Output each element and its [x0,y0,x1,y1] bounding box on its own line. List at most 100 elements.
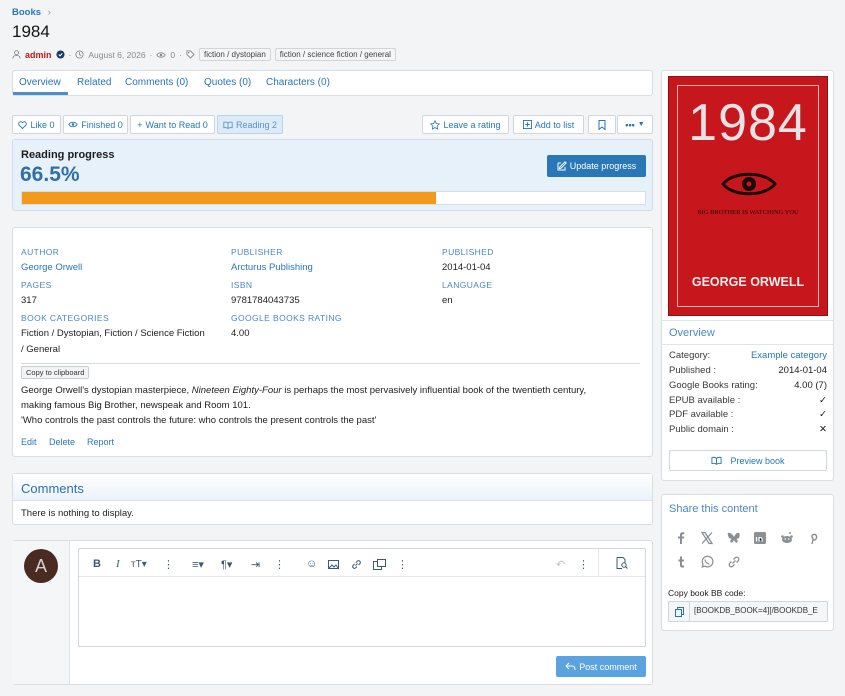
author-value-link[interactable]: George Orwell [21,262,82,273]
progress-value: 66.5% [20,163,80,186]
plus-square-icon [522,120,532,129]
image-icon[interactable] [328,557,339,571]
align-icon[interactable]: ≡▾ [192,557,204,571]
copy-to-clipboard-button[interactable]: Copy to clipboard [21,366,90,379]
bb-code-field[interactable]: [BOOKDB_BOOK=4][/BOOKDB_E [668,601,828,622]
reading-button[interactable]: Reading 2 [217,115,283,134]
bookmark-button[interactable] [588,115,616,134]
author-link[interactable]: admin [25,50,52,60]
overview-category-row: Category: Example category [669,350,827,361]
avatar: A [24,549,58,583]
publisher-value-link[interactable]: Arcturus Publishing [231,262,313,273]
copy-icon[interactable] [669,602,690,621]
tab-related[interactable]: Related [77,77,111,88]
bookmark-icon [598,119,606,130]
meta-row: admin · August 6, 2026 · 0 · fiction / d… [12,48,396,61]
progress-title: Reading progress [21,149,115,161]
more-vertical-icon[interactable]: ⋮ [163,557,174,571]
bold-icon[interactable]: B [93,557,101,571]
linkedin-icon[interactable] [753,531,767,545]
language-value: en [442,295,453,306]
undo-icon[interactable]: ↶ [556,557,565,571]
italic-icon[interactable]: I [116,557,120,571]
reply-icon [565,662,576,670]
media-icon[interactable] [373,557,386,571]
category-link[interactable]: Example category [751,350,827,361]
update-progress-button[interactable]: Update progress [547,155,646,177]
breadcrumb: Books › [12,7,51,18]
report-link[interactable]: Report [87,437,114,447]
tab-overview[interactable]: Overview [19,77,61,88]
more-options-button[interactable]: ••• ▼ [617,115,653,134]
edit-link[interactable]: Edit [21,437,37,447]
breadcrumb-books-link[interactable]: Books [12,7,41,18]
link-icon[interactable] [351,557,362,571]
post-comment-button[interactable]: Post comment [556,656,646,677]
progress-bar-fill [22,192,437,204]
bluesky-icon[interactable] [727,531,741,545]
verified-icon [55,50,65,59]
link-icon[interactable] [727,555,741,569]
x-icon[interactable] [700,531,714,545]
book-description: George Orwell's dystopian masterpiece, N… [21,385,587,426]
tag-chip[interactable]: fiction / dystopian [198,48,271,61]
author-label: AUTHOR [21,247,60,257]
tumblr-icon[interactable] [674,555,688,569]
divider [662,320,833,321]
active-tab-indicator [13,92,68,95]
delete-link[interactable]: Delete [49,437,75,447]
view-count: 0 [170,49,176,60]
text-size-icon[interactable]: тT▾ [131,557,147,571]
preview-toggle-icon[interactable] [598,549,645,577]
publisher-label: PUBLISHER [231,247,283,257]
bb-code-label: Copy book BB code: [668,588,746,598]
comments-header [13,474,652,501]
tab-quotes[interactable]: Quotes (0) [204,77,251,88]
tab-comments[interactable]: Comments (0) [125,77,188,88]
comments-panel: Comments There is nothing to display. [12,473,653,525]
pages-value: 317 [21,295,37,306]
comments-empty-text: There is nothing to display. [21,508,134,519]
pinterest-icon[interactable] [806,531,820,545]
whatsapp-icon[interactable] [700,555,714,569]
eye-icon [68,121,78,128]
book-open-icon [223,121,233,129]
reddit-icon[interactable] [780,531,794,545]
like-button[interactable]: Like 0 [12,115,61,134]
cross-icon: ✕ [819,424,827,435]
book-open-icon [711,456,723,465]
more-vertical-icon[interactable]: ⋮ [274,557,285,571]
finished-button[interactable]: Finished 0 [63,115,128,134]
paragraph-icon[interactable]: ¶▾ [221,557,232,571]
share-title: Share this content [669,503,758,515]
isbn-value: 9781784043735 [231,295,300,306]
book-cover[interactable]: 1984 BIG BROTHER IS WATCHING YOU GEORGE … [668,76,828,316]
reading-progress-panel: Reading progress 66.5% Update progress [12,139,653,211]
indent-icon[interactable]: ⇥ [251,557,260,571]
cover-tagline: BIG BROTHER IS WATCHING YOU [697,209,799,216]
heart-icon [18,120,28,129]
more-vertical-icon[interactable]: ⋮ [397,557,408,571]
preview-book-button[interactable]: Preview book [669,450,827,471]
check-icon: ✓ [819,395,827,406]
emoji-icon[interactable]: ☺ [306,557,317,571]
caret-down-icon: ▼ [637,121,645,128]
more-vertical-icon[interactable]: ⋮ [578,557,589,571]
overview-epub-row: EPUB available : ✓ [669,395,827,406]
facebook-icon[interactable] [674,531,688,545]
tab-characters[interactable]: Characters (0) [266,77,330,88]
divider [662,344,833,345]
overview-rating-row: Google Books rating: 4.00 (7) [669,380,827,391]
add-to-list-button[interactable]: Add to list [513,115,584,134]
categories-value: Fiction / Dystopian, Fiction / Science F… [21,328,205,339]
edit-icon [557,161,567,171]
clock-icon [75,50,84,59]
categories-value-cont: / General [21,344,61,355]
isbn-label: ISBN [231,280,253,290]
star-icon [430,119,441,130]
eye-icon [156,51,167,58]
tag-icon [186,50,195,59]
tag-chip[interactable]: fiction / science fiction / general [274,48,396,61]
leave-rating-button[interactable]: Leave a rating [422,115,509,134]
want-to-read-button[interactable]: + Want to Read 0 [130,115,215,134]
